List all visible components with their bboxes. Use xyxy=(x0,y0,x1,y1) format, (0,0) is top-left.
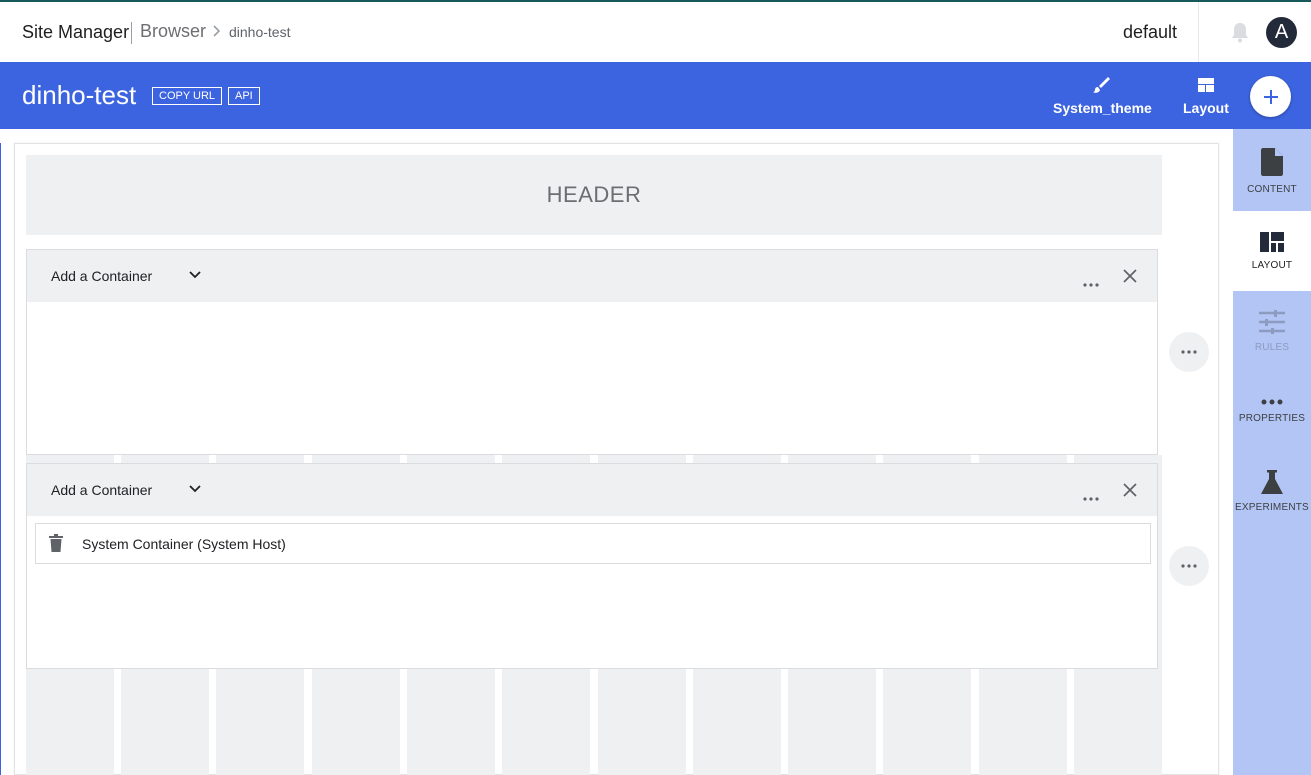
brush-icon xyxy=(1093,77,1111,93)
more-icon[interactable] xyxy=(1083,488,1099,506)
theme-label: System_theme xyxy=(1053,100,1152,116)
panel-tab-label: RULES xyxy=(1254,341,1290,353)
close-icon[interactable] xyxy=(1123,269,1137,288)
panel-tab-rules[interactable]: RULES xyxy=(1233,291,1311,371)
layout-label: Layout xyxy=(1183,100,1229,116)
site-selector[interactable]: default xyxy=(1123,22,1177,43)
chevron-down-icon[interactable] xyxy=(188,268,202,287)
add-container-dropdown[interactable]: Add a Container xyxy=(51,482,152,498)
panel-tab-properties[interactable]: PROPERTIES xyxy=(1233,371,1311,451)
panel-tab-label: PROPERTIES xyxy=(1238,412,1306,424)
plus-icon xyxy=(1263,89,1278,104)
user-avatar[interactable]: A xyxy=(1266,17,1297,48)
divider xyxy=(131,22,132,44)
layout-button[interactable]: Layout xyxy=(1183,76,1229,116)
copy-url-button[interactable]: COPY URL xyxy=(152,87,223,105)
container-row[interactable]: Add a Container xyxy=(26,249,1158,455)
panel-tab-layout[interactable]: LAYOUT xyxy=(1233,211,1311,291)
container-header: Add a Container xyxy=(27,464,1157,516)
row-more-button[interactable] xyxy=(1169,332,1209,372)
container-item-label: System Container (System Host) xyxy=(82,536,286,552)
panel-tab-label: CONTENT xyxy=(1247,183,1297,195)
add-container-dropdown[interactable]: Add a Container xyxy=(51,268,152,284)
header-section[interactable]: HEADER xyxy=(26,155,1162,235)
top-navigation-bar: Site Manager Browser dinho-test default … xyxy=(0,2,1311,62)
layout-icon xyxy=(1260,231,1284,252)
chevron-right-icon xyxy=(211,21,223,46)
more-icon[interactable] xyxy=(1083,274,1099,292)
page-title: dinho-test xyxy=(22,80,137,110)
more-icon xyxy=(1181,350,1197,354)
left-edge xyxy=(0,143,1,775)
divider xyxy=(1198,2,1199,62)
tune-icon xyxy=(1259,309,1285,334)
container-row[interactable]: Add a Container System Container (System… xyxy=(26,463,1158,669)
api-button[interactable]: API xyxy=(228,87,260,105)
close-icon[interactable] xyxy=(1123,483,1137,502)
chevron-down-icon[interactable] xyxy=(188,482,202,501)
more-icon xyxy=(1181,564,1197,568)
container-item[interactable]: System Container (System Host) xyxy=(35,523,1151,564)
add-button[interactable] xyxy=(1250,76,1291,117)
container-header: Add a Container xyxy=(27,250,1157,302)
layout-icon xyxy=(1197,78,1214,92)
panel-tab-label: LAYOUT xyxy=(1251,259,1293,271)
panel-tab-content[interactable]: CONTENT xyxy=(1233,131,1311,211)
file-icon xyxy=(1261,147,1283,176)
breadcrumb-browser[interactable]: Browser xyxy=(140,21,206,42)
panel-tab-experiments[interactable]: EXPERIMENTS xyxy=(1233,451,1311,531)
theme-button[interactable]: System_theme xyxy=(1053,76,1152,116)
panel-tab-label: EXPERIMENTS xyxy=(1235,501,1309,513)
breadcrumb-current: dinho-test xyxy=(229,24,291,40)
notifications-bell-icon[interactable] xyxy=(1230,21,1250,48)
right-tool-panel: CONTENT LAYOUT RULES PROPERTIES EXPERIME… xyxy=(1233,129,1311,775)
more-icon xyxy=(1261,399,1283,404)
page-toolbar: dinho-test COPY URL API System_theme Lay… xyxy=(0,62,1311,129)
row-more-button[interactable] xyxy=(1169,546,1209,586)
flask-icon xyxy=(1261,469,1283,494)
app-title[interactable]: Site Manager xyxy=(22,22,129,43)
trash-icon[interactable] xyxy=(48,534,64,557)
